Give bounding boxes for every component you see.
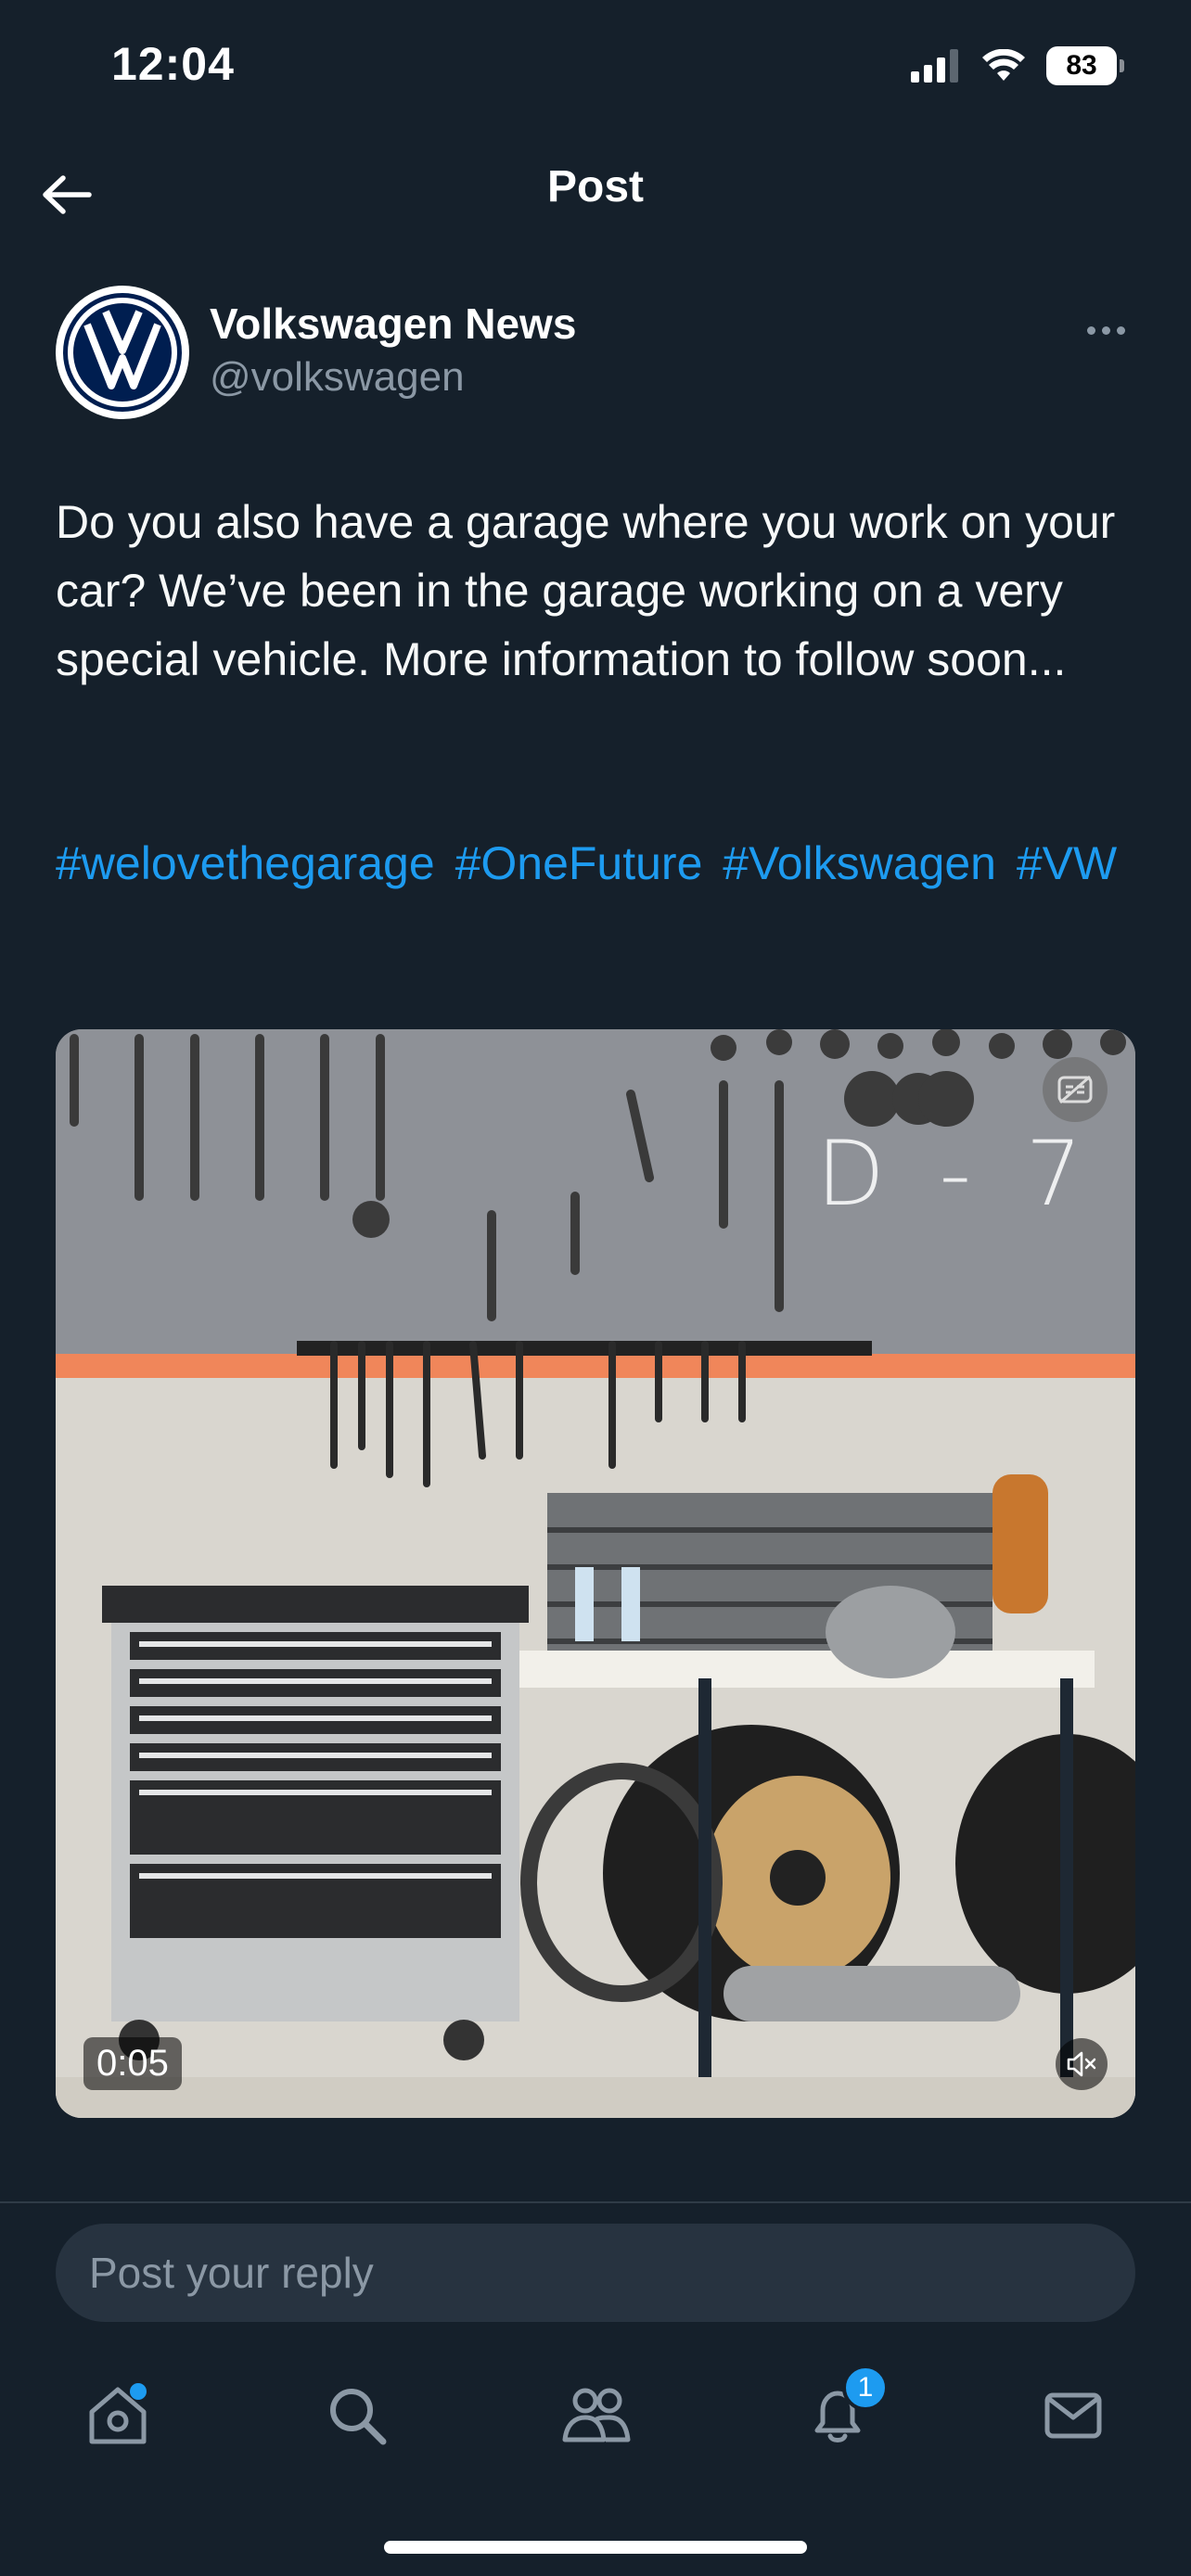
tab-messages[interactable] xyxy=(1031,2374,1115,2457)
hashtag-link[interactable]: #Volkswagen xyxy=(723,837,996,889)
captions-off-button[interactable] xyxy=(1043,1057,1108,1122)
video-watermark: D - 7 xyxy=(816,1122,1095,1226)
bottom-tab-bar: 1 xyxy=(0,2355,1191,2467)
status-time: 12:04 xyxy=(111,38,235,90)
status-icons: 83 xyxy=(911,43,1124,89)
hashtag-link[interactable]: #VW xyxy=(1017,837,1117,889)
post-text: Do you also have a garage where you work… xyxy=(56,496,1116,685)
mail-icon xyxy=(1044,2392,1102,2439)
avatar[interactable] xyxy=(56,286,189,419)
video-media[interactable]: D - 7 0:05 xyxy=(56,1029,1135,2118)
tab-search[interactable] xyxy=(315,2374,399,2457)
home-badge-dot xyxy=(130,2383,147,2400)
mute-button[interactable] xyxy=(1056,2038,1108,2090)
vw-logo-icon xyxy=(63,293,182,412)
author-handle[interactable]: @volkswagen xyxy=(210,354,465,401)
home-indicator xyxy=(384,2541,807,2554)
signal-icon xyxy=(911,49,958,83)
battery-indicator: 83 xyxy=(1046,46,1124,85)
communities-icon xyxy=(562,2388,631,2442)
notification-count-badge: 1 xyxy=(842,2365,889,2411)
tab-communities[interactable] xyxy=(555,2374,638,2457)
post-author: Volkswagen News @volkswagen xyxy=(56,286,1135,425)
captions-off-icon xyxy=(1057,1075,1093,1104)
reply-input[interactable]: Post your reply xyxy=(56,2224,1135,2322)
video-timestamp: 0:05 xyxy=(83,2037,182,2090)
tab-notifications[interactable]: 1 xyxy=(796,2365,889,2457)
tab-home[interactable] xyxy=(76,2374,160,2457)
mute-icon xyxy=(1067,2051,1096,2077)
divider xyxy=(0,2201,1191,2203)
author-name[interactable]: Volkswagen News xyxy=(210,299,576,349)
more-icon[interactable] xyxy=(1076,312,1135,349)
search-icon xyxy=(330,2389,387,2445)
status-bar: 12:04 83 xyxy=(0,0,1191,139)
wifi-icon xyxy=(982,49,1025,81)
hashtag-link[interactable]: #OneFuture xyxy=(455,837,703,889)
hashtag-link[interactable]: #welovethegarage xyxy=(56,837,435,889)
header: Post xyxy=(0,139,1191,247)
page-title: Post xyxy=(546,162,644,211)
hashtags: #welovethegarage #OneFuture #Volkswagen … xyxy=(56,829,1141,898)
